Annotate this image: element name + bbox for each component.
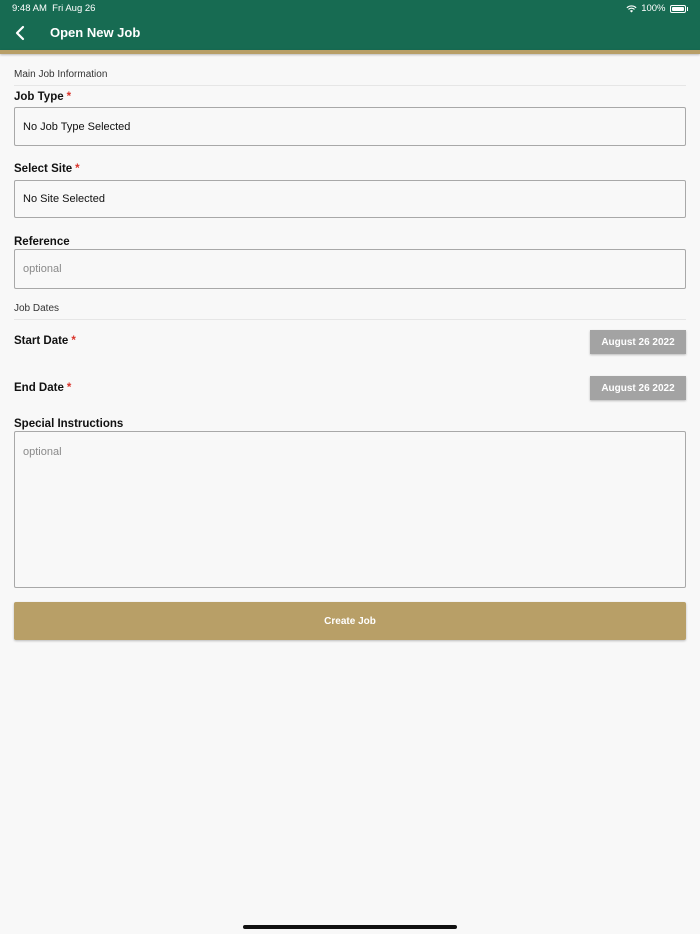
home-indicator (243, 925, 457, 929)
site-label: Select Site * (14, 163, 80, 175)
battery-percent: 100% (641, 3, 666, 14)
nav-bar: Open New Job (0, 17, 700, 50)
reference-label: Reference (14, 236, 70, 248)
section-divider (14, 319, 686, 320)
end-date-button[interactable]: August 26 2022 (590, 376, 686, 400)
special-instructions-textarea[interactable]: optional (14, 431, 686, 588)
required-marker: * (66, 91, 72, 103)
battery-icon (669, 4, 686, 13)
section-header-main: Main Job Information (14, 69, 108, 80)
create-job-button[interactable]: Create Job (14, 602, 686, 640)
back-button[interactable] (8, 21, 32, 45)
job-type-label: Job Type * (14, 91, 72, 103)
reference-input[interactable]: optional (14, 249, 686, 289)
end-date-label: End Date * (14, 382, 72, 394)
special-instructions-label: Special Instructions (14, 418, 124, 430)
status-right: 100% (626, 3, 688, 14)
site-selector[interactable]: No Site Selected (14, 180, 686, 218)
section-header-dates: Job Dates (14, 303, 60, 314)
start-date-label: Start Date * (14, 335, 76, 347)
required-marker: * (71, 335, 76, 347)
required-marker: * (75, 163, 80, 175)
status-time: 9:48 AM Fri Aug 26 (12, 3, 96, 14)
section-divider (14, 85, 686, 86)
status-bar: 9:48 AM Fri Aug 26 100% (0, 0, 700, 17)
start-date-button[interactable]: August 26 2022 (590, 330, 686, 354)
wifi-icon (626, 4, 637, 13)
required-marker: * (66, 382, 72, 394)
chevron-left-icon (15, 25, 25, 41)
header-accent-line (0, 50, 700, 54)
job-type-selector[interactable]: No Job Type Selected (14, 107, 686, 146)
page-title: Open New Job (50, 25, 141, 40)
